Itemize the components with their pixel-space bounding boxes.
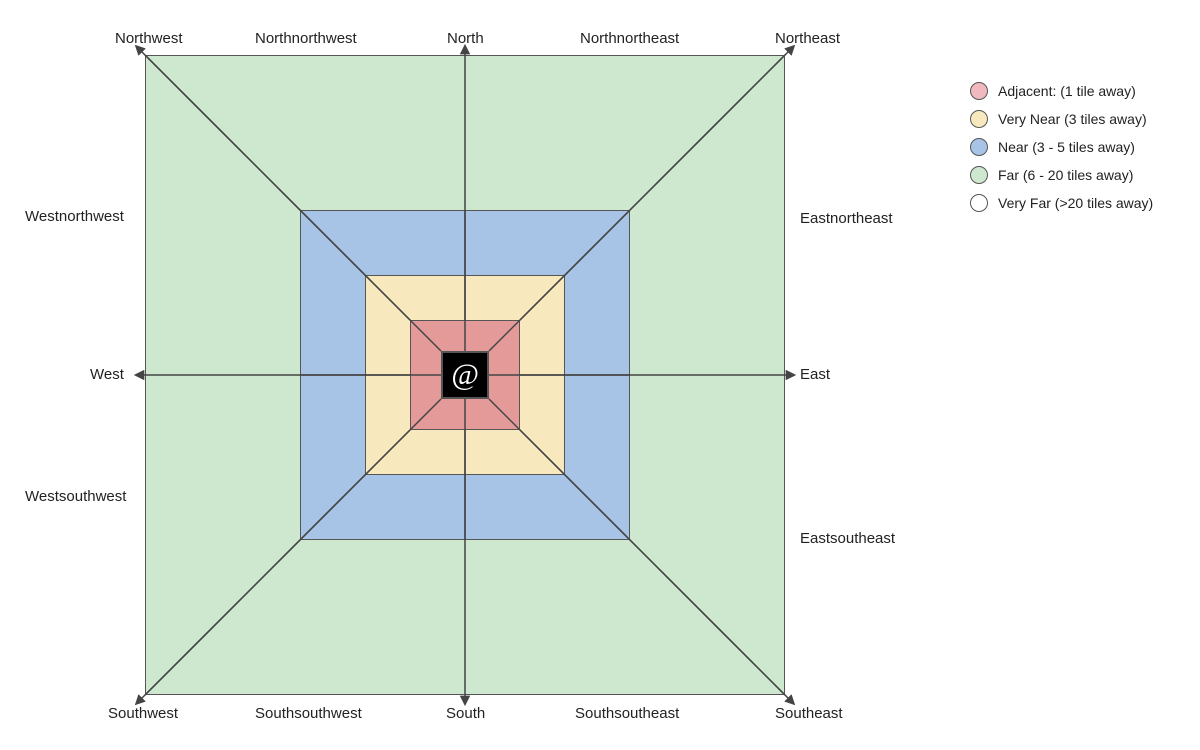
label-eastnortheast: Eastnortheast <box>800 210 893 227</box>
legend-label: Near (3 - 5 tiles away) <box>998 139 1135 155</box>
legend-label: Very Far (>20 tiles away) <box>998 195 1153 211</box>
label-north: North <box>447 30 484 47</box>
label-eastsoutheast: Eastsoutheast <box>800 530 895 547</box>
label-east: East <box>800 366 830 383</box>
label-westnorthwest: Westnorthwest <box>25 208 124 225</box>
label-southsoutheast: Southsoutheast <box>575 705 679 722</box>
label-northnorthwest: Northnorthwest <box>255 30 357 47</box>
label-southwest: Southwest <box>108 705 178 722</box>
legend-swatch-near <box>970 138 988 156</box>
legend-item-near: Near (3 - 5 tiles away) <box>970 138 1153 156</box>
diagram-container: { "center": { "x": 465, "y": 375, "glyph… <box>0 0 1200 750</box>
player-symbol: @ <box>451 358 479 392</box>
legend-item-verynear: Very Near (3 tiles away) <box>970 110 1153 128</box>
legend-item-veryfar: Very Far (>20 tiles away) <box>970 194 1153 212</box>
legend-item-adjacent: Adjacent: (1 tile away) <box>970 82 1153 100</box>
label-northnortheast: Northnortheast <box>580 30 679 47</box>
label-westsouthwest: Westsouthwest <box>25 488 126 505</box>
legend-swatch-verynear <box>970 110 988 128</box>
label-southeast: Southeast <box>775 705 843 722</box>
label-south: South <box>446 705 485 722</box>
legend-label: Very Near (3 tiles away) <box>998 111 1147 127</box>
legend-swatch-veryfar <box>970 194 988 212</box>
legend-swatch-adjacent <box>970 82 988 100</box>
legend-label: Adjacent: (1 tile away) <box>998 83 1136 99</box>
label-southsouthwest: Southsouthwest <box>255 705 362 722</box>
legend-swatch-far <box>970 166 988 184</box>
legend: Adjacent: (1 tile away) Very Near (3 til… <box>970 82 1153 222</box>
label-northwest: Northwest <box>115 30 183 47</box>
label-northeast: Northeast <box>775 30 840 47</box>
legend-label: Far (6 - 20 tiles away) <box>998 167 1133 183</box>
label-west: West <box>90 366 124 383</box>
center-player-glyph: @ <box>441 351 489 399</box>
legend-item-far: Far (6 - 20 tiles away) <box>970 166 1153 184</box>
